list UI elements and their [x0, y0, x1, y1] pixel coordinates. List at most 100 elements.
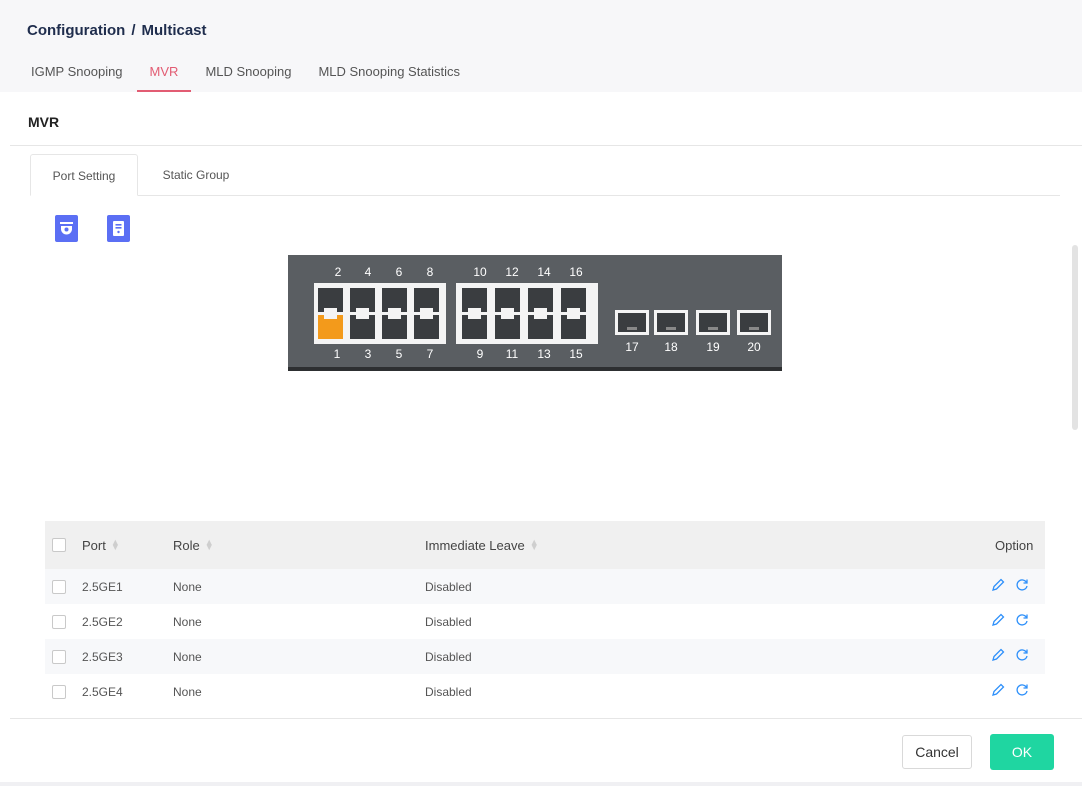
edit-icon[interactable] [991, 648, 1005, 665]
table-row: 2.5GE1 None Disabled [45, 569, 1045, 604]
column-header-role[interactable]: Role ▲ ▼ [173, 521, 214, 569]
breadcrumb: Configuration / Multicast [27, 22, 207, 39]
port-cell: 2.5GE2 [82, 614, 123, 629]
row-checkbox[interactable] [52, 614, 66, 629]
immediate-leave-cell: Disabled [425, 684, 472, 699]
port-group-9-16 [456, 283, 598, 344]
edit-icon[interactable] [991, 613, 1005, 630]
port-9[interactable] [462, 315, 487, 339]
column-header-label: Port [82, 537, 106, 553]
port-14[interactable] [528, 288, 553, 312]
port-15[interactable] [561, 315, 586, 339]
subtab-static-group[interactable]: Static Group [158, 154, 234, 196]
dialog-footer: Cancel OK [10, 718, 1082, 782]
mvr-port-table: Port ▲ ▼ Role ▲ ▼ Immediate Leave ▲ ▼ Optio… [45, 521, 1045, 709]
port-12[interactable] [495, 288, 520, 312]
immediate-leave-cell: Disabled [425, 579, 472, 594]
edit-icon[interactable] [991, 578, 1005, 595]
select-all-checkbox[interactable] [52, 538, 66, 552]
role-cell: None [173, 649, 202, 664]
breadcrumb-separator: / [131, 22, 136, 39]
sfp-label: 19 [706, 340, 720, 354]
port-label: 3 [364, 347, 372, 361]
port-5[interactable] [382, 315, 407, 339]
column-header-port[interactable]: Port ▲ ▼ [82, 521, 120, 569]
port-11[interactable] [495, 315, 520, 339]
port-label: 7 [426, 347, 434, 361]
port-cell: 2.5GE1 [82, 579, 123, 594]
port-label: 6 [395, 265, 403, 279]
column-header-immediate-leave[interactable]: Immediate Leave ▲ ▼ [425, 521, 539, 569]
ok-button[interactable]: OK [990, 734, 1054, 770]
bottom-strip [0, 782, 1082, 786]
row-checkbox[interactable] [52, 684, 66, 699]
camera-icon-button[interactable] [55, 215, 78, 242]
port-label: 11 [505, 347, 519, 361]
immediate-leave-cell: Disabled [425, 614, 472, 629]
port-label: 15 [569, 347, 583, 361]
cancel-button[interactable]: Cancel [902, 735, 972, 769]
sfp-port-18[interactable] [654, 310, 688, 335]
port-8[interactable] [414, 288, 439, 312]
table-header: Port ▲ ▼ Role ▲ ▼ Immediate Leave ▲ ▼ Optio… [45, 521, 1045, 569]
port-13[interactable] [528, 315, 553, 339]
immediate-leave-cell: Disabled [425, 649, 472, 664]
edit-icon[interactable] [991, 683, 1005, 700]
port-7[interactable] [414, 315, 439, 339]
breadcrumb-section[interactable]: Configuration [27, 22, 125, 39]
port-label: 12 [505, 265, 519, 279]
breadcrumb-page: Multicast [141, 22, 207, 39]
role-cell: None [173, 684, 202, 699]
port-label: 9 [476, 347, 484, 361]
role-cell: None [173, 579, 202, 594]
column-header-label: Role [173, 537, 200, 553]
panel-divider [10, 145, 1082, 146]
sfp-port-19[interactable] [696, 310, 730, 335]
subtab-port-setting[interactable]: Port Setting [30, 154, 138, 196]
port-label: 16 [569, 265, 583, 279]
port-3[interactable] [350, 315, 375, 339]
reset-icon[interactable] [1015, 648, 1029, 665]
port-label: 13 [537, 347, 551, 361]
port-label: 5 [395, 347, 403, 361]
table-row: 2.5GE2 None Disabled [45, 604, 1045, 639]
reset-icon[interactable] [1015, 683, 1029, 700]
table-row: 2.5GE3 None Disabled [45, 639, 1045, 674]
tab-mld-snooping-statistics[interactable]: MLD Snooping Statistics [318, 64, 460, 92]
port-4[interactable] [350, 288, 375, 312]
role-cell: None [173, 614, 202, 629]
sfp-port-17[interactable] [615, 310, 649, 335]
sort-icon[interactable]: ▲ ▼ [530, 538, 539, 552]
port-label: 8 [426, 265, 434, 279]
tab-mvr[interactable]: MVR [136, 64, 192, 92]
server-icon-button[interactable] [107, 215, 130, 242]
tab-mld-snooping[interactable]: MLD Snooping [205, 64, 291, 92]
scrollbar[interactable] [1072, 245, 1078, 430]
sort-icon[interactable]: ▲ ▼ [111, 538, 120, 552]
port-6[interactable] [382, 288, 407, 312]
port-cell: 2.5GE3 [82, 649, 123, 664]
server-icon [113, 221, 124, 236]
main-tabs: IGMP Snooping MVR MLD Snooping MLD Snoop… [31, 64, 487, 92]
panel-title: MVR [28, 114, 60, 130]
port-label: 1 [333, 347, 341, 361]
top-header: Configuration / Multicast IGMP Snooping MV… [0, 0, 1082, 92]
port-16[interactable] [561, 288, 586, 312]
port-label: 4 [364, 265, 372, 279]
reset-icon[interactable] [1015, 613, 1029, 630]
tab-igmp-snooping[interactable]: IGMP Snooping [31, 64, 123, 92]
column-header-option: Option [995, 537, 1034, 553]
port-2[interactable] [318, 288, 343, 312]
sfp-port-20[interactable] [737, 310, 771, 335]
port-cell: 2.5GE4 [82, 684, 123, 699]
sfp-label: 20 [747, 340, 761, 354]
row-checkbox[interactable] [52, 649, 66, 664]
table-row: 2.5GE4 None Disabled [45, 674, 1045, 709]
reset-icon[interactable] [1015, 578, 1029, 595]
port-10[interactable] [462, 288, 487, 312]
port-label: 14 [537, 265, 551, 279]
row-checkbox[interactable] [52, 579, 66, 594]
port-1[interactable] [318, 315, 343, 339]
sfp-label: 17 [625, 340, 639, 354]
sort-icon[interactable]: ▲ ▼ [205, 538, 214, 552]
